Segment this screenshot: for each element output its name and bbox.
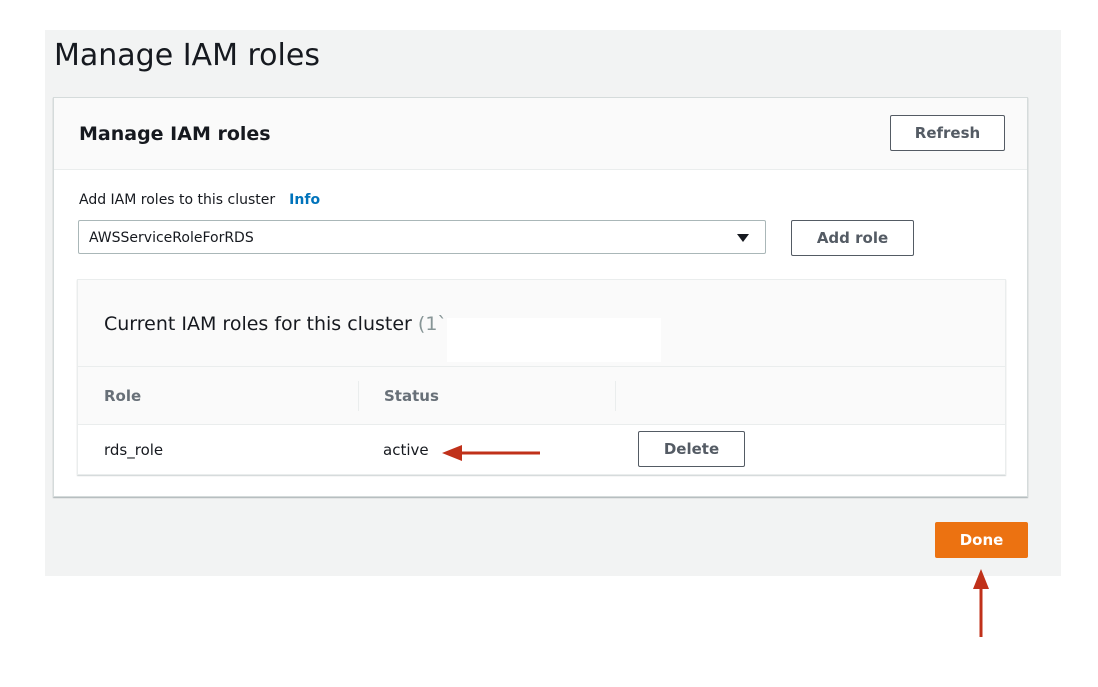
column-divider bbox=[358, 381, 359, 411]
current-iam-roles-title: Current IAM roles for this cluster (1` bbox=[104, 312, 447, 336]
iam-role-select-value: AWSServiceRoleForRDS bbox=[89, 230, 254, 246]
table-row: rds_role active Delete bbox=[78, 425, 1005, 475]
add-role-button[interactable]: Add role bbox=[791, 220, 914, 256]
manage-iam-roles-panel: Manage IAM roles Refresh Add IAM roles t… bbox=[53, 97, 1028, 497]
info-link[interactable]: Info bbox=[289, 192, 320, 208]
arrow-up-icon bbox=[973, 569, 989, 637]
table-header-row: Role Status bbox=[78, 366, 1005, 425]
iam-role-select[interactable]: AWSServiceRoleForRDS bbox=[78, 220, 766, 254]
delete-button[interactable]: Delete bbox=[638, 431, 745, 467]
panel-title: Manage IAM roles bbox=[79, 123, 271, 145]
current-iam-roles-header: Current IAM roles for this cluster (1` bbox=[78, 280, 1005, 366]
column-divider bbox=[615, 381, 616, 411]
add-iam-roles-label: Add IAM roles to this cluster Info bbox=[79, 191, 320, 209]
column-header-role: Role bbox=[104, 387, 142, 405]
current-iam-roles-title-text: Current IAM roles for this cluster bbox=[104, 313, 412, 335]
panel-header: Manage IAM roles Refresh bbox=[54, 98, 1027, 170]
column-header-status: Status bbox=[384, 387, 439, 405]
done-button[interactable]: Done bbox=[935, 522, 1028, 558]
redacted-area bbox=[447, 318, 661, 362]
role-cell: rds_role bbox=[104, 441, 164, 459]
refresh-button[interactable]: Refresh bbox=[890, 115, 1005, 151]
add-iam-roles-label-text: Add IAM roles to this cluster bbox=[79, 192, 276, 208]
caret-down-icon[interactable] bbox=[737, 234, 749, 242]
page-title: Manage IAM roles bbox=[54, 38, 320, 73]
current-iam-roles-table: Current IAM roles for this cluster (1` R… bbox=[77, 279, 1006, 475]
status-cell: active bbox=[383, 441, 429, 459]
current-iam-roles-count: (1` bbox=[417, 313, 447, 335]
